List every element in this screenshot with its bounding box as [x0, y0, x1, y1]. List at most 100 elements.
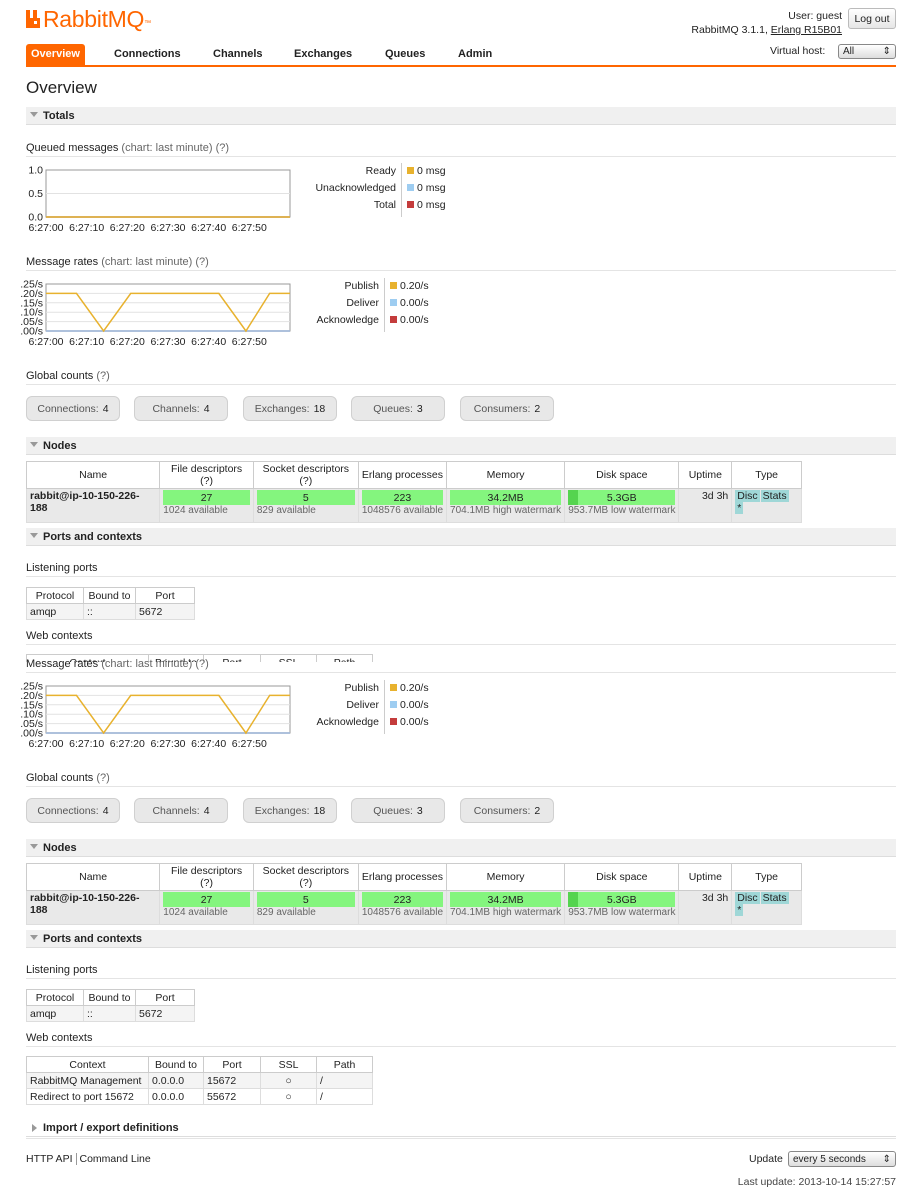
logout-button[interactable]: Log out — [848, 8, 896, 29]
http-api-link[interactable]: HTTP API — [26, 1153, 73, 1165]
x-tick-label: 6:27:10 — [69, 222, 104, 234]
web-contexts-table: Context Bound to Port SSL Path RabbitMQ … — [26, 1056, 373, 1105]
global-help-link[interactable]: (?) — [96, 370, 109, 382]
rates-title-text: Message rates — [26, 256, 99, 268]
nodes-title: Nodes — [43, 842, 77, 854]
rates-title-text: Message rates — [26, 658, 99, 670]
ep-value: 223 — [393, 491, 412, 504]
legend-deliver-value: 0.00/s — [400, 297, 429, 309]
command-line-link[interactable]: Command Line — [80, 1153, 151, 1165]
count-consumers[interactable]: Consumers: 2 — [460, 798, 554, 823]
nodes-section-header[interactable]: Nodes — [26, 437, 896, 455]
collapse-triangle-icon — [30, 533, 38, 538]
node-name-link[interactable]: rabbit@ip-10-150-226-188 — [25, 488, 161, 523]
cell-bound-to: 0.0.0.0 — [148, 1072, 204, 1089]
erlang-version-link[interactable]: Erlang R15B01 — [771, 24, 842, 36]
user-info: User: guest RabbitMQ 3.1.1, Erlang R15B0… — [691, 9, 842, 37]
vhost-select[interactable]: All ⇕ — [838, 44, 896, 59]
count-value: 18 — [313, 804, 326, 817]
select-arrows-icon: ⇕ — [882, 1153, 891, 1165]
count-queues[interactable]: Queues: 3 — [351, 798, 445, 823]
totals-title: Totals — [43, 110, 75, 122]
collapse-triangle-icon — [30, 935, 38, 940]
tab-channels[interactable]: Channels — [213, 44, 263, 65]
queued-help-link[interactable]: (?) — [216, 142, 229, 154]
cell-context: Redirect to port 15672 — [26, 1088, 149, 1105]
totals-section-header[interactable]: Totals — [26, 107, 896, 125]
count-connections[interactable]: Connections: 4 — [26, 798, 120, 823]
tab-queues[interactable]: Queues — [385, 44, 425, 65]
count-value: 2 — [534, 804, 541, 817]
count-connections[interactable]: Connections: 4 — [26, 396, 120, 421]
disk-watermark: 953.7MB low watermark — [568, 505, 676, 516]
count-label: Consumers: — [473, 402, 531, 415]
col-context: Context — [26, 1056, 149, 1073]
global-help-link[interactable]: (?) — [96, 772, 109, 784]
legend-ack-label: Acknowledge — [316, 716, 379, 728]
ports-section-header[interactable]: Ports and contexts — [26, 930, 896, 948]
col-file-descriptors[interactable]: File descriptors (?) — [159, 863, 254, 891]
legend-publish-label: Publish — [344, 682, 379, 694]
main-nav: Overview Connections Channels Exchanges … — [26, 44, 896, 67]
import-export-title: Import / export definitions — [43, 1122, 179, 1134]
swatch-publish — [390, 684, 397, 691]
col-bound-to: Bound to — [83, 989, 136, 1006]
ssl-off-icon: ○ — [260, 1072, 317, 1089]
count-queues[interactable]: Queues: 3 — [351, 396, 445, 421]
count-consumers[interactable]: Consumers: 2 — [460, 396, 554, 421]
divider — [26, 576, 896, 577]
disk-watermark: 953.7MB low watermark — [568, 907, 676, 918]
tab-exchanges[interactable]: Exchanges — [294, 44, 352, 65]
sd-available: 829 available — [256, 907, 316, 918]
divider — [26, 786, 896, 787]
count-label: Connections: — [37, 804, 99, 817]
rabbitmq-logo[interactable]: RabbitMQ ™ — [26, 6, 151, 34]
node-name-link[interactable]: rabbit@ip-10-150-226-188 — [25, 890, 161, 925]
import-export-section-header[interactable]: Import / export definitions — [26, 1119, 896, 1137]
count-value: 18 — [313, 402, 326, 415]
memory-bar: 34.2MB — [450, 892, 562, 907]
tab-admin[interactable]: Admin — [458, 44, 492, 65]
count-channels[interactable]: Channels: 4 — [134, 396, 228, 421]
col-file-descriptors[interactable]: File descriptors (?) — [159, 461, 254, 489]
x-tick-label: 6:27:40 — [191, 336, 226, 348]
col-socket-descriptors[interactable]: Socket descriptors (?) — [252, 863, 359, 891]
web-contexts-title: Web contexts — [26, 1032, 93, 1044]
rates-chart-hint: (chart: last minute) — [101, 658, 193, 670]
y-tick-label: 0.5 — [28, 188, 43, 200]
count-value: 4 — [203, 402, 210, 415]
count-exchanges[interactable]: Exchanges: 18 — [243, 798, 337, 823]
ports-section-header[interactable]: Ports and contexts — [26, 528, 896, 546]
legend-publish-value: 0.20/s — [400, 280, 429, 292]
queued-chart-hint: (chart: last minute) — [121, 142, 213, 154]
collapse-triangle-icon — [30, 112, 38, 117]
nodes-section-header[interactable]: Nodes — [26, 839, 896, 857]
divider — [26, 672, 896, 673]
update-interval-select[interactable]: every 5 seconds ⇕ — [788, 1151, 896, 1167]
tab-overview[interactable]: Overview — [26, 44, 85, 65]
count-channels[interactable]: Channels: 4 — [134, 798, 228, 823]
swatch-publish — [390, 282, 397, 289]
memory-watermark: 704.1MB high watermark — [450, 907, 562, 918]
global-title-text: Global counts — [26, 370, 94, 382]
legend-ack-value: 0.00/s — [400, 314, 429, 326]
rates-legend: Publish Deliver Acknowledge 0.20/s 0.00/… — [300, 680, 460, 734]
ssl-off-icon: ○ — [260, 1088, 317, 1105]
legend-deliver-label: Deliver — [346, 297, 379, 309]
count-value: 4 — [102, 402, 109, 415]
col-socket-descriptors[interactable]: Socket descriptors (?) — [252, 461, 359, 489]
global-counts-title: Global counts (?) — [26, 772, 110, 784]
count-label: Queues: — [373, 402, 413, 415]
cell-port: 55672 — [203, 1088, 261, 1105]
rates-help-link[interactable]: (?) — [195, 256, 208, 268]
version-line: RabbitMQ 3.1.1, — [691, 24, 768, 36]
type-stats-badge: Stats — [760, 892, 789, 904]
count-value: 3 — [416, 402, 423, 415]
count-exchanges[interactable]: Exchanges: 18 — [243, 396, 337, 421]
rates-chart-hint: (chart: last minute) — [101, 256, 193, 268]
select-arrows-icon: ⇕ — [882, 46, 891, 57]
ep-bar: 223 — [361, 892, 444, 907]
tab-connections[interactable]: Connections — [114, 44, 181, 65]
x-tick-label: 6:27:10 — [69, 738, 104, 750]
rates-help-link[interactable]: (?) — [195, 658, 208, 670]
